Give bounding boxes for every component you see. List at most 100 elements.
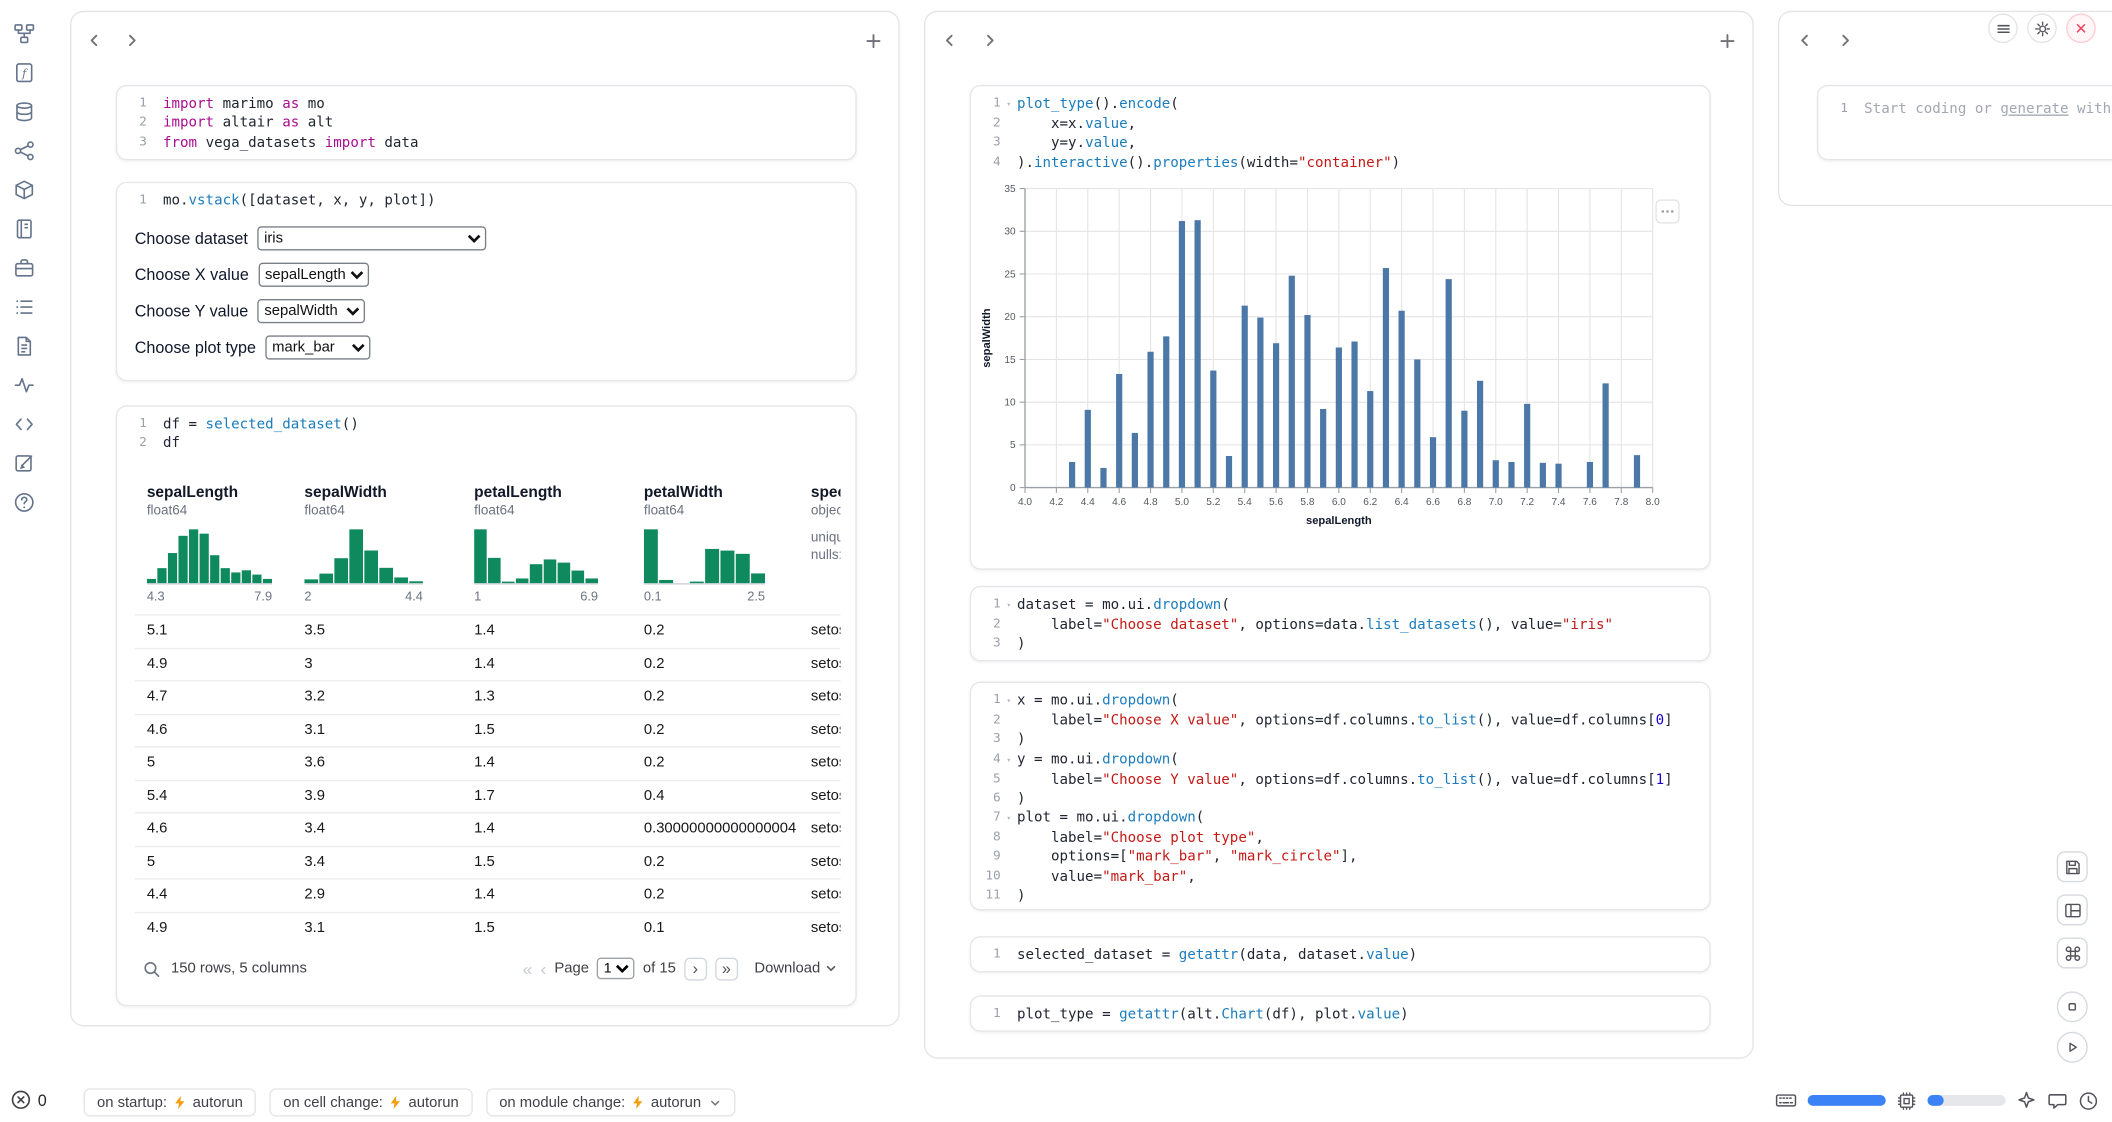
code-editor[interactable]: 1df = selected_dataset()2df <box>117 407 855 454</box>
download-menu[interactable]: Download <box>754 954 837 984</box>
table-column-header[interactable]: petalLength <box>474 485 562 501</box>
tracing-icon[interactable] <box>12 373 36 397</box>
table-column-header[interactable]: species <box>811 485 841 501</box>
chevron-left-icon[interactable] <box>937 28 961 52</box>
table-row[interactable]: 4.93.11.50.1setosa <box>135 912 841 945</box>
fold-marker-icon[interactable]: ▾ <box>1001 595 1017 615</box>
chevron-right-icon[interactable] <box>1833 28 1857 52</box>
first-page-button[interactable]: « <box>523 958 533 978</box>
chevron-right-icon[interactable] <box>978 28 1002 52</box>
choose-x-value-dropdown[interactable]: sepalLength <box>258 262 368 286</box>
last-page-button[interactable]: » <box>715 957 738 980</box>
code-cell-xy-plot-dropdowns[interactable]: 1▾x = mo.ui.dropdown(2 label="Choose X v… <box>970 682 1711 911</box>
datasources-icon[interactable] <box>12 100 36 124</box>
code-editor[interactable]: 1▾x = mo.ui.dropdown(2 label="Choose X v… <box>971 683 1709 906</box>
generate-with-ai-link[interactable]: generate <box>2000 101 2068 117</box>
altair-bar-chart[interactable]: 4.04.24.44.64.85.05.25.45.65.86.06.26.46… <box>977 175 1672 552</box>
table-row[interactable]: 4.63.41.40.30000000000000004setosa <box>135 813 841 846</box>
code-editor[interactable]: 1▾dataset = mo.ui.dropdown(2 label="Choo… <box>971 587 1709 654</box>
next-page-button[interactable]: › <box>684 957 707 980</box>
close-button[interactable] <box>2066 13 2096 43</box>
keyboard-icon[interactable] <box>1775 1090 1797 1112</box>
settings-gear-button[interactable] <box>2027 13 2057 43</box>
logs-icon[interactable] <box>12 295 36 319</box>
fold-marker-icon[interactable]: ▾ <box>1001 94 1017 114</box>
variables-icon[interactable] <box>12 139 36 163</box>
code-editor[interactable]: 1▾plot_type().encode(2 x=x.value,3 y=y.v… <box>971 86 1709 172</box>
table-column-header[interactable]: sepalLength <box>147 485 238 501</box>
svg-text:4.8: 4.8 <box>1144 497 1158 508</box>
page-select[interactable]: 1 <box>597 958 635 980</box>
on-cell-change-chip[interactable]: on cell change: autorun <box>270 1088 472 1116</box>
run-button[interactable] <box>2057 1032 2088 1063</box>
keyboard-shortcuts-button[interactable] <box>2057 937 2088 968</box>
table-cell: 3.9 <box>304 788 325 804</box>
row-count-label: 150 rows, 5 columns <box>171 960 307 976</box>
code-cell-dataset-dropdown[interactable]: 1▾dataset = mo.ui.dropdown(2 label="Choo… <box>970 586 1711 661</box>
table-row[interactable]: 5.13.51.40.2setosa <box>135 614 841 647</box>
previous-page-button[interactable]: ‹ <box>540 958 546 978</box>
code-cell-chart[interactable]: 1▾plot_type().encode(2 x=x.value,3 y=y.v… <box>970 85 1711 570</box>
scratchpad-icon[interactable] <box>12 451 36 475</box>
table-row[interactable]: 4.63.11.50.2setosa <box>135 713 841 746</box>
fold-marker-icon[interactable]: ▾ <box>1001 691 1017 711</box>
layout-panels-button[interactable] <box>2057 894 2088 925</box>
chevron-left-icon[interactable] <box>1793 28 1817 52</box>
history-clock-icon[interactable] <box>2078 1090 2098 1110</box>
ai-sparkle-icon[interactable] <box>2016 1090 2036 1110</box>
stop-button[interactable] <box>2057 991 2088 1022</box>
fold-marker-icon[interactable]: ▾ <box>1001 808 1017 828</box>
table-row[interactable]: 4.931.40.2setosa <box>135 647 841 680</box>
line-number: 3 <box>971 635 1001 654</box>
new-cell-editor[interactable]: 1 Start coding or generate with AI <box>1817 85 2112 160</box>
line-number: 8 <box>971 829 1001 848</box>
help-icon[interactable] <box>12 490 36 514</box>
code-editor[interactable]: 1import marimo as mo2import altair as al… <box>117 86 855 152</box>
chevron-left-icon[interactable] <box>82 28 106 52</box>
table-row[interactable]: 53.41.50.2setosa <box>135 846 841 879</box>
table-row[interactable]: 4.42.91.40.2setosa <box>135 879 841 912</box>
menu-button[interactable] <box>1988 13 2018 43</box>
code-editor[interactable]: 1mo.vstack([dataset, x, y, plot]) <box>117 183 855 210</box>
table-row[interactable]: 4.73.21.30.2setosa <box>135 680 841 713</box>
table-column-header[interactable]: sepalWidth <box>304 485 386 501</box>
feedback-chat-icon[interactable] <box>2047 1090 2067 1110</box>
code-line: 2 label="Choose X value", options=df.col… <box>971 711 1709 730</box>
code-cell-plot-type[interactable]: 1plot_type = getattr(alt.Chart(df), plot… <box>970 995 1711 1031</box>
chip-label: on startup: <box>97 1094 167 1110</box>
code-cell-dataframe[interactable]: 1df = selected_dataset()2df sepalLengthf… <box>116 405 857 1006</box>
table-row[interactable]: 53.61.40.2setosa <box>135 746 841 779</box>
table-column-header[interactable]: petalWidth <box>644 485 723 501</box>
choose-y-value-dropdown[interactable]: sepalWidth <box>258 298 366 322</box>
dependencies-icon[interactable] <box>12 256 36 280</box>
search-icon[interactable] <box>143 960 161 978</box>
code-editor[interactable]: 1plot_type = getattr(alt.Chart(df), plot… <box>971 997 1709 1024</box>
table-row[interactable]: 5.43.91.70.4setosa <box>135 780 841 813</box>
memory-meter[interactable] <box>1808 1095 1886 1106</box>
cpu-icon[interactable] <box>1896 1090 1916 1110</box>
outline-icon[interactable] <box>12 217 36 241</box>
errors-indicator[interactable]: 0 <box>11 1090 47 1110</box>
code-cell-imports[interactable]: 1import marimo as mo2import altair as al… <box>116 85 857 160</box>
on-module-change-chip[interactable]: on module change: autorun <box>486 1088 735 1116</box>
fold-marker-icon[interactable]: ▾ <box>1001 750 1017 770</box>
choose-plot-type-dropdown[interactable]: mark_bar <box>265 335 370 359</box>
code-cell-selected-dataset[interactable]: 1selected_dataset = getattr(data, datase… <box>970 936 1711 972</box>
chart-options-button[interactable] <box>1655 199 1679 223</box>
code-cell-vstack[interactable]: 1mo.vstack([dataset, x, y, plot]) Choose… <box>116 182 857 381</box>
file-explorer-icon[interactable] <box>12 22 36 46</box>
code-editor[interactable]: 1selected_dataset = getattr(data, datase… <box>971 937 1709 964</box>
add-cell-icon[interactable] <box>861 28 885 52</box>
on-startup-chip[interactable]: on startup: autorun <box>84 1088 257 1116</box>
snippets-icon[interactable] <box>12 412 36 436</box>
add-cell-icon[interactable] <box>1715 28 1739 52</box>
save-button[interactable] <box>2057 851 2088 882</box>
documentation-icon[interactable] <box>12 334 36 358</box>
choose-dataset-dropdown[interactable]: iris <box>257 226 486 250</box>
marimo-file-icon[interactable]: f <box>12 61 36 85</box>
table-cell: 4.6 <box>147 721 168 737</box>
packages-icon[interactable] <box>12 178 36 202</box>
chevron-right-icon[interactable] <box>120 28 144 52</box>
cpu-meter[interactable] <box>1927 1095 2005 1106</box>
svg-text:35: 35 <box>1004 184 1016 195</box>
